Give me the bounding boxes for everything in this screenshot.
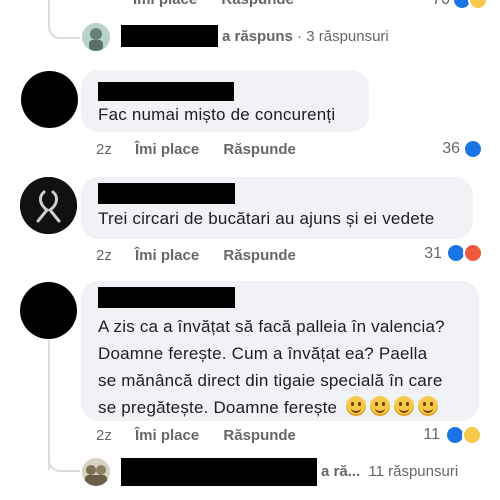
grinning-emoji-icon <box>394 396 415 416</box>
top-reply-button[interactable]: Răspunde <box>221 0 294 8</box>
comment-line: se pregătește. Doamne ferește <box>98 398 338 417</box>
reactions-count-1[interactable]: 36 <box>426 140 460 158</box>
thread-connector <box>48 440 80 472</box>
grinning-emoji-icon <box>346 396 367 416</box>
commenter-avatar-3[interactable] <box>20 282 77 339</box>
laugh-reaction-icon <box>468 0 488 10</box>
comment-line: se mănâncă direct din tigaie specială în… <box>98 371 443 390</box>
top-like-button[interactable]: Îmi place <box>133 0 197 8</box>
comment-line: Doamne ferește. Cum a învățat ea? Paella <box>98 344 428 363</box>
comment-meta-1: 2z Îmi place Răspunde <box>96 141 296 158</box>
thread-connector <box>48 10 80 39</box>
commenter-avatar-2[interactable] <box>20 177 77 234</box>
redacted-replier-name <box>121 25 218 47</box>
reply-summary-2[interactable]: a ră... 11 răspunsuri <box>321 463 458 480</box>
dot-separator: · <box>297 28 303 45</box>
comment-meta-2: 2z Îmi place Răspunde <box>96 247 296 264</box>
laugh-reaction-icon <box>462 425 482 445</box>
comment-time-1[interactable]: 2z <box>96 141 112 158</box>
like-button-3[interactable]: Îmi place <box>135 427 199 444</box>
replier-avatar-2[interactable] <box>82 458 110 486</box>
comment-meta-3: 2z Îmi place Răspunde <box>96 427 296 444</box>
angry-reaction-icon <box>463 243 483 263</box>
redacted-commenter-name-3 <box>98 287 235 308</box>
like-reaction-icon <box>463 139 483 159</box>
comment-time-2[interactable]: 2z <box>96 247 112 264</box>
reply-count-label: 11 răspunsuri <box>368 463 459 480</box>
comment-text-3: A zis ca a învățat să facă palleia în va… <box>98 313 478 421</box>
comment-text-2: Trei circari de bucătari au ajuns și ei … <box>98 209 435 228</box>
redacted-commenter-name-1 <box>98 82 234 101</box>
reactions-count-2[interactable]: 31 <box>414 245 442 263</box>
reply-action-label: a ră... <box>321 463 361 480</box>
comment-line-with-emojis: se pregătește. Doamne ferește <box>98 394 478 421</box>
redacted-replier-name-2 <box>121 458 317 486</box>
reply-summary-1[interactable]: a răspuns · 3 răspunsuri <box>222 28 389 45</box>
redacted-commenter-name-2 <box>98 183 235 204</box>
reply-button-2[interactable]: Răspunde <box>223 247 296 264</box>
reply-count-label: 3 răspunsuri <box>306 28 389 45</box>
like-button-1[interactable]: Îmi place <box>135 141 199 158</box>
reply-action-label: a răspuns <box>222 28 293 45</box>
comment-line: A zis ca a învățat să facă palleia în va… <box>98 317 445 336</box>
top-comment-meta: Îmi place Răspunde <box>133 0 294 8</box>
grinning-emoji-icon <box>418 396 439 416</box>
comment-text-1: Fac numai mișto de concurenți <box>98 105 336 124</box>
reactions-count-3[interactable]: 11 <box>418 426 440 444</box>
comment-time-3[interactable]: 2z <box>96 427 112 444</box>
like-button-2[interactable]: Îmi place <box>135 247 199 264</box>
reply-button-3[interactable]: Răspunde <box>223 427 296 444</box>
replier-avatar[interactable] <box>82 23 110 51</box>
commenter-avatar-1[interactable] <box>21 71 78 128</box>
reply-button-1[interactable]: Răspunde <box>223 141 296 158</box>
top-reactions-count[interactable]: 70 <box>420 0 450 9</box>
ribbon-icon <box>20 177 77 234</box>
grinning-emoji-icon <box>370 396 391 416</box>
